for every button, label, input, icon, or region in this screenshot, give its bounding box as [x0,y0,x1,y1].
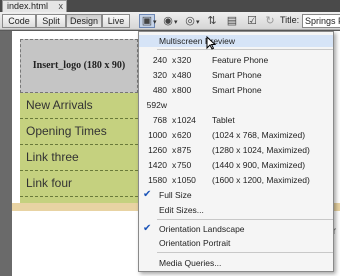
navigation-bar: New Arrivals Opening Times Link three Li… [20,93,138,197]
chevron-down-icon[interactable]: ▾ [196,19,200,26]
size-description: Tablet [212,115,235,125]
size-width: 480 [152,85,167,95]
code-view-button[interactable]: Code [2,14,36,28]
nav-link-four[interactable]: Link four [20,171,138,197]
size-height: 320 [177,55,192,65]
size-height: 620 [177,130,192,140]
checkmark-icon: ✔ [143,189,152,200]
validate-icon[interactable]: ☑ [244,14,260,28]
file-management-icon[interactable]: ⇅ [204,14,220,28]
close-icon[interactable]: x [59,1,64,12]
document-toolbar: Code Split Design Live ▣ ▾ ◉ ▾ ◎ ▾ ⇅ ▤ ☑… [0,12,340,30]
visual-aids-icon[interactable]: ▤ [224,14,240,28]
menu-item-orientation-portrait[interactable]: Orientation Portrait [139,237,333,249]
menu-item-size[interactable]: 592w [139,99,333,111]
size-description: Feature Phone [212,55,269,65]
size-separator: x [172,70,177,80]
size-width: 1580 [148,175,167,185]
split-view-button[interactable]: Split [36,14,66,28]
size-width: 768 [152,115,167,125]
multiscreen-menu: Multiscreen Preview 240 x 320 Feature Ph… [138,31,334,272]
menu-separator [157,49,333,50]
menu-separator [157,252,333,253]
size-height: 1050 [177,175,196,185]
menu-item-label: Full Size [159,190,192,200]
menu-item-size[interactable]: 1000 x 620 (1024 x 768, Maximized) [139,129,333,141]
size-separator: x [172,55,177,65]
size-separator: x [172,130,177,140]
size-height: 875 [177,145,192,155]
size-description: Smart Phone [212,85,262,95]
size-width: 1000 [148,130,167,140]
live-view-button[interactable]: Live [102,14,130,28]
size-description: (1024 x 768, Maximized) [212,130,306,140]
document-tab[interactable]: index.html x [2,0,68,12]
size-width: 320 [152,70,167,80]
menu-item-edit-sizes[interactable]: Edit Sizes... [139,204,333,216]
menu-item-size[interactable]: 1260 x 875 (1280 x 1024, Maximized) [139,144,333,156]
menu-item-size[interactable]: 768 x 1024 Tablet [139,114,333,126]
menu-item-label: Orientation Landscape [159,224,245,234]
menu-item-orientation-landscape[interactable]: ✔ Orientation Landscape [139,223,333,235]
menu-item-media-queries[interactable]: Media Queries... [139,257,333,269]
size-height: 750 [177,160,192,170]
menu-item-label: Orientation Portrait [159,238,231,248]
menu-item-label: Edit Sizes... [159,205,204,215]
document-tab-strip: index.html x [0,0,340,12]
document-tab-label: index.html [7,1,49,11]
size-description: (1600 x 1200, Maximized) [212,175,310,185]
menu-item-label: Multiscreen Preview [159,36,236,46]
design-view-margin [0,31,12,276]
menu-item-size[interactable]: 240 x 320 Feature Phone [139,54,333,66]
menu-item-size[interactable]: 320 x 480 Smart Phone [139,69,333,81]
nav-link-new-arrivals[interactable]: New Arrivals [20,93,138,119]
menu-item-size[interactable]: 480 x 800 Smart Phone [139,84,333,96]
menu-item-full-size[interactable]: ✔ Full Size [139,189,333,201]
size-width: 1420 [148,160,167,170]
size-height: 800 [177,85,192,95]
size-width: 592w [146,100,167,110]
size-separator: x [172,175,177,185]
checkmark-icon: ✔ [143,223,152,234]
menu-item-label: Media Queries... [159,258,222,268]
size-separator: x [172,85,177,95]
size-width: 1260 [148,145,167,155]
size-height: 480 [177,70,192,80]
title-label: Title: [280,15,300,25]
design-view-button[interactable]: Design [66,14,102,28]
chevron-down-icon[interactable]: ▾ [153,19,157,26]
chevron-down-icon[interactable]: ▾ [174,19,178,26]
nav-link-three[interactable]: Link three [20,145,138,171]
title-field[interactable]: Springs Park [302,14,340,28]
size-separator: x [172,145,177,155]
size-separator: x [172,115,177,125]
size-description: (1280 x 1024, Maximized) [212,145,310,155]
menu-item-size[interactable]: 1420 x 750 (1440 x 900, Maximized) [139,159,333,171]
menu-separator [157,219,333,220]
size-width: 240 [152,55,167,65]
pointer-cursor-icon [206,35,217,53]
size-height: 1024 [177,115,196,125]
size-separator: x [172,160,177,170]
menu-item-multiscreen-preview[interactable]: Multiscreen Preview [139,35,333,47]
refresh-icon[interactable]: ↻ [262,14,278,28]
logo-placeholder[interactable]: Insert_logo (180 x 90) [20,39,138,93]
size-description: (1440 x 900, Maximized) [212,160,306,170]
size-description: Smart Phone [212,70,262,80]
menu-item-size[interactable]: 1580 x 1050 (1600 x 1200, Maximized) [139,174,333,186]
nav-link-opening-times[interactable]: Opening Times [20,119,138,145]
